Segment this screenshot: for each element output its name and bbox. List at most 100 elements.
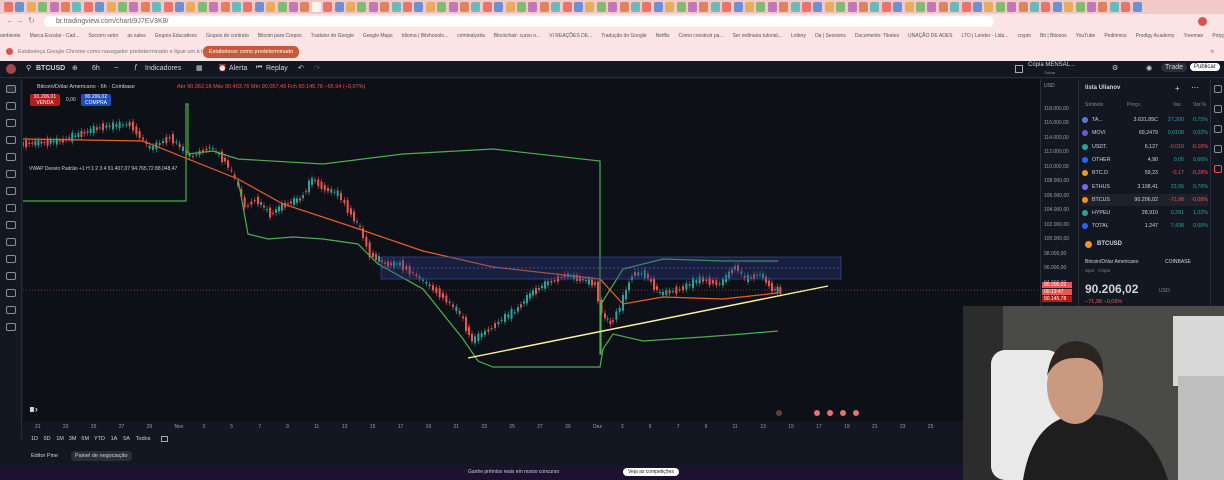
browser-tab[interactable] xyxy=(186,2,196,12)
browser-tab[interactable] xyxy=(1041,2,1051,12)
replay-button[interactable]: Replay xyxy=(266,65,288,72)
close-icon[interactable]: × xyxy=(1210,47,1215,56)
browser-tab[interactable] xyxy=(414,2,424,12)
bookmark-item[interactable]: Polygon Galaxy xyxy=(1212,29,1224,43)
browser-tab[interactable] xyxy=(551,2,561,12)
bookmark-item[interactable]: VI REAÇÕES DE... xyxy=(549,29,592,43)
browser-tab[interactable] xyxy=(425,2,435,12)
trade-button[interactable]: Trade xyxy=(1161,63,1188,72)
bookmark-item[interactable]: criminalystia xyxy=(457,29,485,43)
bookmark-item[interactable]: Blockchair: curso o... xyxy=(494,29,540,43)
browser-tab[interactable] xyxy=(836,2,846,12)
lock-icon[interactable] xyxy=(6,255,16,263)
interval-button[interactable]: 6h xyxy=(92,65,100,72)
watchlist-row[interactable]: USDT. 6,127 -0,010 -0,16% xyxy=(1082,141,1208,153)
tab-pine-editor[interactable]: Editor Pine xyxy=(31,453,58,459)
browser-tab[interactable] xyxy=(220,2,230,12)
browser-tab[interactable] xyxy=(1075,2,1085,12)
browser-tab[interactable] xyxy=(517,2,526,12)
settings-icon[interactable]: ⚙ xyxy=(1112,64,1118,72)
bookmark-item[interactable]: as sales xyxy=(127,29,145,43)
browser-tab[interactable] xyxy=(460,2,469,12)
bookmark-item[interactable]: Bit | Bitonos xyxy=(1040,29,1067,43)
bookmark-item[interactable]: ambiente xyxy=(0,29,21,43)
browser-tab[interactable] xyxy=(950,2,960,12)
browser-tab[interactable] xyxy=(938,2,948,12)
browser-tab[interactable] xyxy=(1121,2,1131,12)
browser-tab[interactable] xyxy=(1030,2,1039,12)
browser-tab[interactable] xyxy=(574,2,583,12)
avatar[interactable] xyxy=(6,64,16,74)
browser-tab[interactable] xyxy=(870,2,880,12)
browser-tab[interactable] xyxy=(494,2,504,12)
browser-tab[interactable] xyxy=(733,2,743,12)
browser-tab[interactable] xyxy=(197,2,207,12)
watchlist-row[interactable]: MOVI 69,2479 0,0108 0,02% xyxy=(1082,127,1208,139)
bookmark-item[interactable]: Prodigy Academy xyxy=(1136,29,1175,43)
bookmark-item[interactable]: Tradução do Google xyxy=(601,29,646,43)
browser-tab[interactable] xyxy=(175,2,184,12)
browser-tab[interactable] xyxy=(904,2,914,12)
news-icon[interactable] xyxy=(1214,125,1222,133)
bookmark-item[interactable]: Lottery xyxy=(791,29,806,43)
browser-tab[interactable] xyxy=(813,2,823,12)
browser-tab[interactable] xyxy=(1098,2,1108,12)
reload-icon[interactable]: ↻ xyxy=(28,16,35,25)
chat-icon[interactable] xyxy=(1214,165,1222,173)
browser-tab[interactable] xyxy=(642,2,652,12)
browser-tab[interactable] xyxy=(961,2,971,12)
watchlist-row[interactable]: BTCUS 90.206,02 -71,98 -0,08% xyxy=(1082,193,1208,206)
vwap-legend[interactable]: VWAP Desvio Padrão +1 H 1 2 3 4 91.407,0… xyxy=(29,166,177,172)
calendar-icon[interactable] xyxy=(1214,145,1222,153)
browser-tab[interactable] xyxy=(528,2,538,12)
browser-tab[interactable] xyxy=(346,2,355,12)
range-button[interactable]: YTD xyxy=(94,436,105,442)
bookmark-item[interactable]: Pedirimos xyxy=(1104,29,1126,43)
browser-tab[interactable] xyxy=(95,2,105,12)
browser-tab[interactable] xyxy=(995,2,1005,12)
browser-tab[interactable] xyxy=(1018,2,1028,12)
range-button[interactable]: 5D xyxy=(44,436,51,442)
browser-tab[interactable] xyxy=(505,2,515,12)
watchlist-row[interactable]: TA... 3.631,85C 27,200 0,75% xyxy=(1082,114,1208,126)
visibility-icon[interactable] xyxy=(6,272,16,280)
bookmark-item[interactable]: Grupos Educativos xyxy=(155,29,197,43)
publish-button[interactable]: Publicar xyxy=(1190,63,1220,71)
browser-tab[interactable] xyxy=(927,2,937,12)
browser-tab[interactable] xyxy=(61,2,70,12)
browser-tab[interactable] xyxy=(129,2,139,12)
ruler-icon[interactable] xyxy=(6,204,16,212)
bookmark-item[interactable]: Grupos do contrato xyxy=(206,29,249,43)
browser-tab[interactable] xyxy=(562,2,572,12)
browser-tab[interactable] xyxy=(973,2,982,12)
symbol-label[interactable]: BTCUSD xyxy=(36,65,65,72)
add-symbol-icon[interactable]: ⊕ xyxy=(72,64,78,72)
browser-tab[interactable] xyxy=(881,2,891,12)
layouts-icon[interactable]: ▦ xyxy=(196,64,203,72)
col-pct[interactable]: Var.% xyxy=(1193,102,1206,108)
browser-tab[interactable] xyxy=(676,2,686,12)
browser-tab[interactable] xyxy=(1087,2,1096,12)
promo-button[interactable]: Veja as competições xyxy=(623,468,679,476)
fib-icon[interactable] xyxy=(6,119,16,127)
browser-tab[interactable] xyxy=(688,2,697,12)
pattern-icon[interactable] xyxy=(6,136,16,144)
chart-title[interactable]: Bitcoin/Dólar Americano · 6h · Coinbase xyxy=(37,84,135,90)
browser-tab[interactable] xyxy=(916,2,925,12)
watchlist-row[interactable]: HYPEU 28,910 0,291 1,02% xyxy=(1082,207,1208,219)
watchlist-row[interactable]: BTC.D 59,23 -0,17 -0,28% xyxy=(1082,167,1208,179)
browser-tab[interactable] xyxy=(699,2,709,12)
browser-tab[interactable] xyxy=(254,2,264,12)
tab-trading-panel[interactable]: Painel de negociação xyxy=(71,451,132,461)
browser-tab[interactable] xyxy=(4,2,13,12)
hide-icon[interactable] xyxy=(6,289,16,297)
browser-tab[interactable] xyxy=(83,2,93,12)
browser-tab[interactable] xyxy=(38,2,48,12)
col-change[interactable]: Var. xyxy=(1173,102,1182,108)
browser-tab[interactable] xyxy=(403,2,412,12)
range-button[interactable]: 6M xyxy=(81,436,89,442)
browser-tab[interactable] xyxy=(72,2,82,12)
range-button[interactable]: 1A xyxy=(111,436,118,442)
buy-button[interactable]: 90.206,02 COMPRA xyxy=(81,94,111,106)
camera-icon[interactable]: ◉ xyxy=(1146,64,1152,72)
